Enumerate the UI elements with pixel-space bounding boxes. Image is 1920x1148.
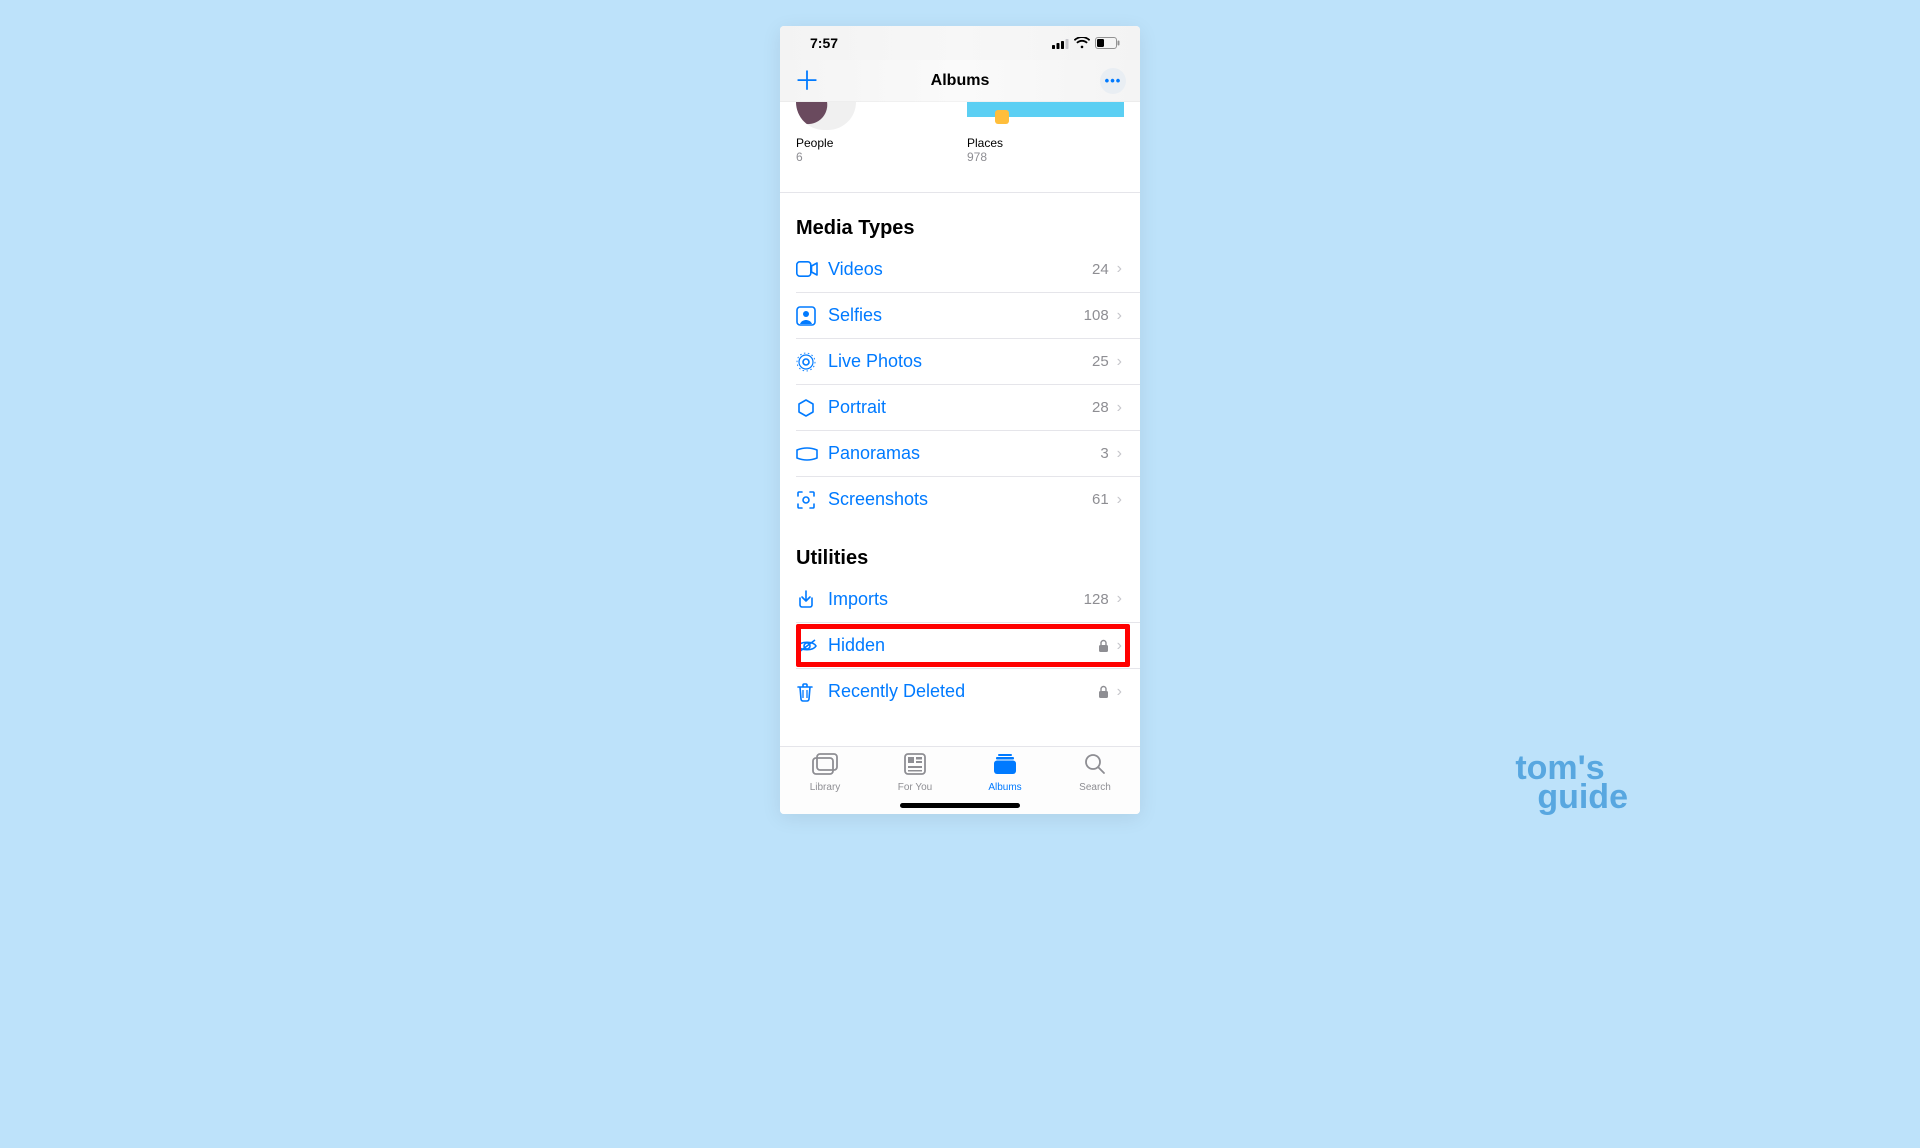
- row-label: Videos: [828, 259, 1092, 280]
- tab-label: Albums: [988, 782, 1021, 793]
- album-places[interactable]: Places 978: [967, 102, 1124, 164]
- wifi-icon: [1074, 37, 1090, 49]
- for-you-icon: [904, 753, 926, 780]
- status-time: 7:57: [810, 35, 838, 51]
- row-count: 108: [1084, 307, 1109, 324]
- chevron-right-icon: ›: [1117, 260, 1122, 278]
- row-videos[interactable]: Videos 24 ›: [796, 246, 1140, 292]
- section-title-utilities: Utilities: [780, 522, 1140, 576]
- tab-label: Search: [1079, 782, 1111, 793]
- row-count: 128: [1084, 591, 1109, 608]
- media-types-list: Videos 24 › Selfies 108 › Live Photos 25…: [780, 246, 1140, 522]
- row-count: 24: [1092, 261, 1109, 278]
- chevron-right-icon: ›: [1117, 307, 1122, 325]
- lock-icon: [1098, 639, 1109, 653]
- home-indicator[interactable]: [900, 803, 1020, 808]
- more-button[interactable]: •••: [1100, 68, 1126, 94]
- chevron-right-icon: ›: [1117, 399, 1122, 417]
- chevron-right-icon: ›: [1117, 683, 1122, 701]
- watermark-line2: guide: [1515, 783, 1628, 812]
- places-label: Places: [967, 136, 1124, 150]
- tab-albums[interactable]: Albums: [960, 753, 1050, 793]
- row-label: Imports: [828, 589, 1084, 610]
- row-count: 61: [1092, 491, 1109, 508]
- nav-bar: ＋ Albums •••: [780, 60, 1140, 102]
- status-bar: 7:57: [780, 26, 1140, 60]
- video-icon: [796, 261, 828, 277]
- chevron-right-icon: ›: [1117, 353, 1122, 371]
- album-people[interactable]: People 6: [796, 102, 953, 164]
- tab-library[interactable]: Library: [780, 753, 870, 793]
- tab-for-you[interactable]: For You: [870, 753, 960, 793]
- lock-icon: [1098, 685, 1109, 699]
- places-thumbnail: [967, 102, 1124, 130]
- utilities-list: Imports 128 › Hidden › Recently Deleted …: [780, 576, 1140, 714]
- row-portrait[interactable]: Portrait 28 ›: [796, 384, 1140, 430]
- chevron-right-icon: ›: [1117, 445, 1122, 463]
- search-icon: [1084, 753, 1106, 780]
- row-selfies[interactable]: Selfies 108 ›: [796, 292, 1140, 338]
- people-label: People: [796, 136, 953, 150]
- places-count: 978: [967, 150, 1124, 164]
- row-count: 25: [1092, 353, 1109, 370]
- ellipsis-icon: •••: [1105, 73, 1122, 88]
- eye-slash-icon: [796, 638, 828, 654]
- row-count: 28: [1092, 399, 1109, 416]
- add-button[interactable]: ＋: [794, 68, 820, 94]
- row-panoramas[interactable]: Panoramas 3 ›: [796, 430, 1140, 476]
- row-label: Portrait: [828, 397, 1092, 418]
- people-thumbnail: [796, 102, 856, 130]
- screenshot-icon: [796, 490, 828, 510]
- row-label: Screenshots: [828, 489, 1092, 510]
- people-places-row: People 6 Places 978: [780, 102, 1140, 170]
- nav-title: Albums: [931, 72, 990, 90]
- status-icons: [1052, 37, 1120, 49]
- tab-search[interactable]: Search: [1050, 753, 1140, 793]
- row-label: Live Photos: [828, 351, 1092, 372]
- tab-label: Library: [810, 782, 841, 793]
- selfie-icon: [796, 306, 828, 326]
- row-live-photos[interactable]: Live Photos 25 ›: [796, 338, 1140, 384]
- live-photo-icon: [796, 352, 828, 372]
- row-screenshots[interactable]: Screenshots 61 ›: [796, 476, 1140, 522]
- row-imports[interactable]: Imports 128 ›: [796, 576, 1140, 622]
- row-label: Hidden: [828, 635, 1098, 656]
- row-label: Selfies: [828, 305, 1084, 326]
- row-label: Recently Deleted: [828, 681, 1098, 702]
- chevron-right-icon: ›: [1117, 637, 1122, 655]
- tab-label: For You: [898, 782, 932, 793]
- row-recently-deleted[interactable]: Recently Deleted ›: [796, 668, 1140, 714]
- row-hidden[interactable]: Hidden ›: [796, 622, 1140, 668]
- row-count: 3: [1100, 445, 1108, 462]
- trash-icon: [796, 682, 828, 702]
- panorama-icon: [796, 447, 828, 461]
- people-count: 6: [796, 150, 953, 164]
- chevron-right-icon: ›: [1117, 590, 1122, 608]
- content-area: People 6 Places 978 Media Types Videos 2…: [780, 102, 1140, 746]
- watermark-logo: tom's guide: [1515, 754, 1628, 812]
- section-title-media-types: Media Types: [780, 192, 1140, 246]
- phone-frame: 7:57 ＋ Albums ••• People 6 Places 978: [780, 26, 1140, 814]
- portrait-icon: [796, 398, 828, 418]
- chevron-right-icon: ›: [1117, 491, 1122, 509]
- row-label: Panoramas: [828, 443, 1100, 464]
- albums-icon: [993, 753, 1017, 780]
- import-icon: [796, 589, 828, 609]
- library-icon: [812, 753, 838, 780]
- battery-icon: [1095, 37, 1120, 49]
- cellular-icon: [1052, 38, 1069, 49]
